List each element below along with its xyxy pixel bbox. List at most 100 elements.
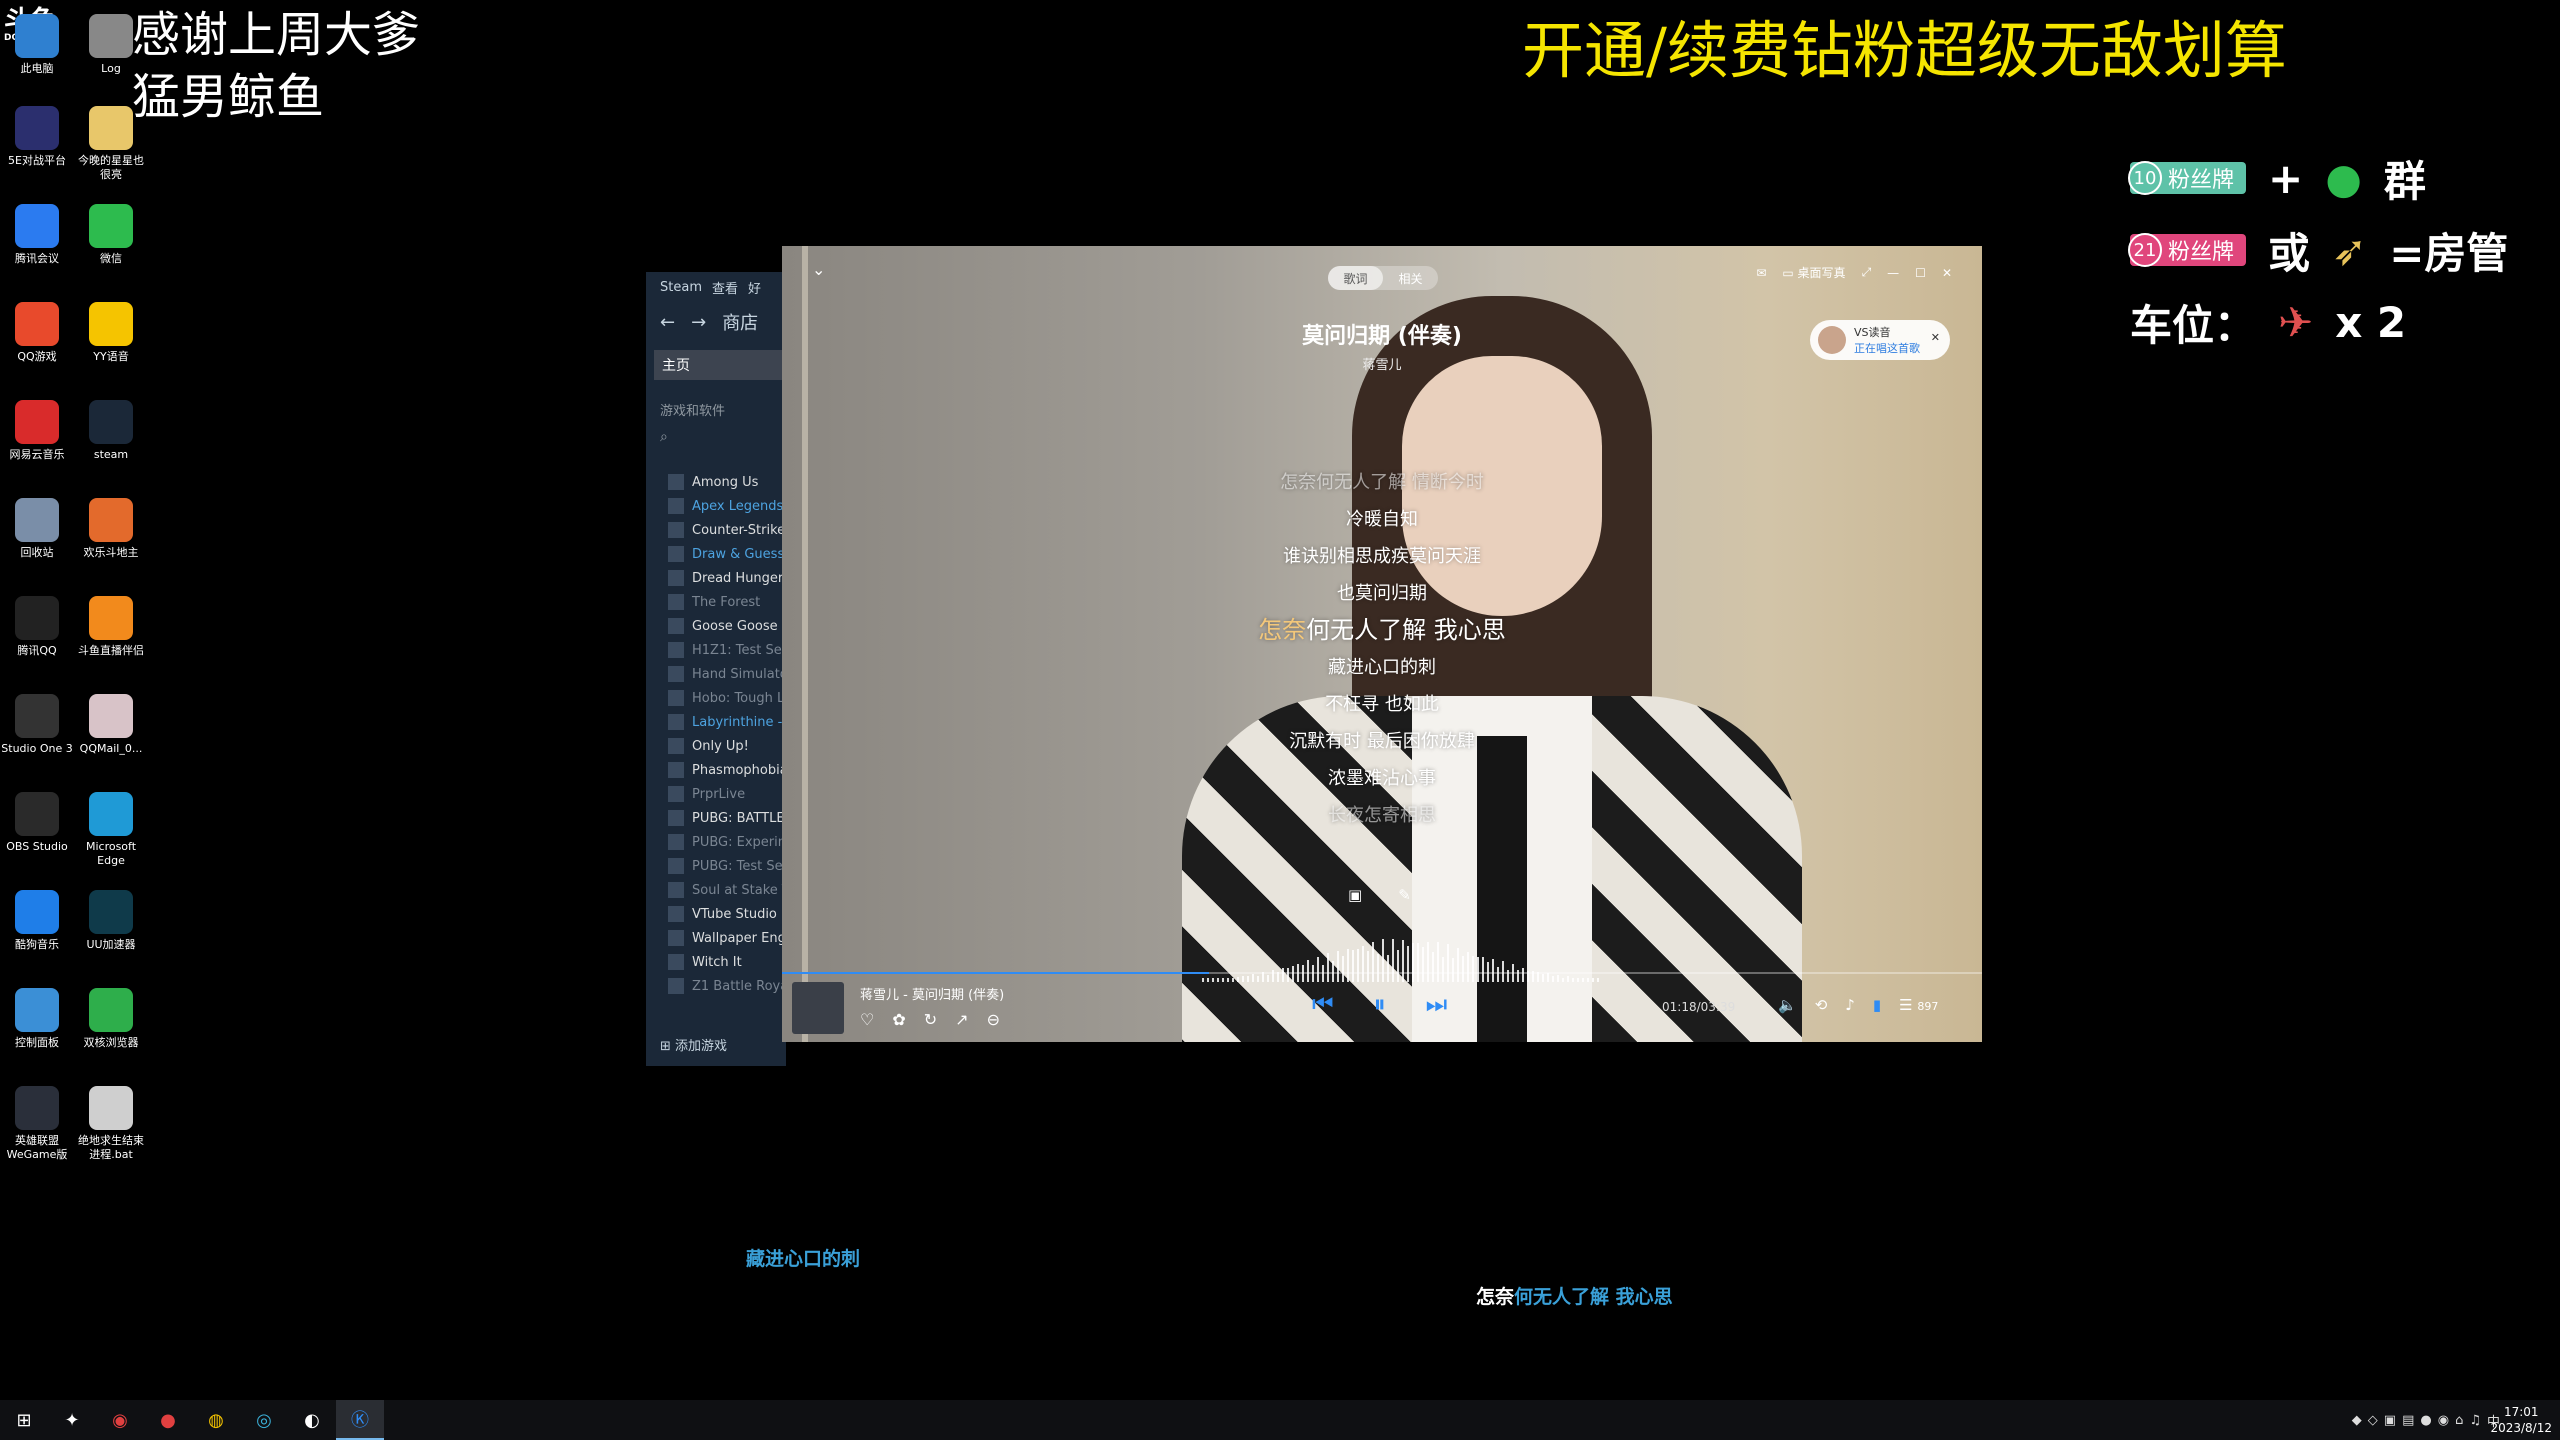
steam-game-item[interactable]: Goose Goose D [646,614,786,638]
steam-game-item[interactable]: PUBG: Test Ser [646,854,786,878]
steam-store-tab[interactable]: 商店 [722,309,758,335]
steam-game-item[interactable]: Soul at Stake T [646,878,786,902]
taskbar-netease-icon[interactable]: ● [144,1400,192,1440]
steam-game-item[interactable]: Counter-Strike [646,518,786,542]
steam-game-item[interactable]: Phasmophobia [646,758,786,782]
maximize-icon[interactable]: ☐ [1915,266,1926,280]
volume-tray-icon[interactable]: ♫ [2469,1413,2481,1428]
volume-icon[interactable]: 🔈 [1778,996,1797,1014]
desktop-icon-folder[interactable]: 今晚的星星也很亮 [74,106,148,182]
desktop-icon-recycle-bin[interactable]: 回收站 [0,498,74,560]
steam-game-item[interactable]: VTube Studio [646,902,786,926]
steam-game-item[interactable]: H1Z1: Test Ser [646,638,786,662]
desktop-lyric-line-1[interactable]: 藏进心口的刺 [746,1244,860,1271]
desktop-icon-computer[interactable]: 此电脑 [0,14,74,76]
desktop-icon-bat-file[interactable]: 绝地求生结束进程.bat [74,1086,148,1162]
steam-game-item[interactable]: Wallpaper Eng [646,926,786,950]
desktop-icon-uu[interactable]: UU加速器 [74,890,148,952]
start-windows-icon[interactable]: ⊞ [0,1400,48,1440]
sound-effect-icon[interactable]: ♪ [1845,996,1855,1014]
taskbar-kugou-icon[interactable]: Ⓚ [336,1400,384,1440]
loop-icon[interactable]: ⟲ [1815,996,1828,1014]
tray-app-icon[interactable]: ▤ [2402,1413,2414,1428]
desktop-icon-edge[interactable]: Microsoft Edge [74,792,148,868]
edit-pen-icon[interactable]: ✎ [1398,886,1411,904]
desktop-icon-studio-one[interactable]: Studio One 3 [0,694,74,756]
vs-close-icon[interactable]: ✕ [1931,331,1940,344]
previous-icon[interactable]: ⏮ [1312,990,1334,1018]
steam-menu-friends[interactable]: 好 [748,278,761,297]
more-icon[interactable]: ⊖ [987,1010,1000,1029]
steam-category-label[interactable]: 游戏和软件 [660,400,786,419]
steam-game-item[interactable]: Dread Hunger [646,566,786,590]
taskbar-steam-icon[interactable]: ◐ [288,1400,336,1440]
steam-game-item[interactable]: Hand Simulato [646,662,786,686]
steam-game-item[interactable]: The Forest [646,590,786,614]
desktop-icon-obs[interactable]: OBS Studio [0,792,74,854]
network-icon[interactable]: ⌂ [2455,1413,2463,1428]
desktop-icon-file[interactable]: Log [74,14,148,76]
collapse-chevron-icon[interactable]: ⌄ [812,260,825,279]
desktop-icon-meeting[interactable]: 腾讯会议 [0,204,74,266]
steam-add-game-button[interactable]: ⊞ 添加游戏 [660,1035,727,1054]
heart-icon[interactable]: ♡ [860,1010,874,1029]
playlist-button[interactable]: ☰ 897 [1899,996,1938,1014]
now-playing-text[interactable]: 蒋雪儿 - 莫问归期 (伴奏) [860,984,1004,1003]
desktop-icon-browser[interactable]: 双核浏览器 [74,988,148,1050]
minimize-icon[interactable]: — [1887,266,1899,280]
desktop-icon-steam[interactable]: steam [74,400,148,462]
desktop-icon-douyu[interactable]: 斗鱼直播伴侣 [74,596,148,658]
steam-menu-view[interactable]: 查看 [712,278,738,297]
close-icon[interactable]: ✕ [1942,266,1952,280]
pause-icon[interactable]: ⏸ [1374,990,1386,1018]
progress-bar[interactable] [782,972,1982,974]
back-arrow-icon[interactable]: ← [660,312,675,333]
mail-icon[interactable]: ✉ [1756,266,1766,280]
tray-app-icon[interactable]: ▣ [2384,1413,2396,1428]
desktop-icon-landlord[interactable]: 欢乐斗地主 [74,498,148,560]
desktop-icon-wechat[interactable]: 微信 [74,204,148,266]
lyrics-tab-switch[interactable]: 歌词 相关 [1328,266,1438,290]
desktop-icon-netease[interactable]: 网易云音乐 [0,400,74,462]
film-icon[interactable]: ▣ [1348,886,1362,904]
vs-card[interactable]: VS读音 正在唱这首歌 ✕ [1810,320,1950,360]
open-external-icon[interactable]: ↗ [955,1010,968,1029]
tray-app-icon[interactable]: ◆ [2352,1413,2362,1428]
next-icon[interactable]: ⏭ [1426,990,1448,1018]
taskbar-screen-icon[interactable]: ◉ [96,1400,144,1440]
steam-window[interactable]: Steam 查看 好 ← → 商店 主页 游戏和软件 ⌕ Among Us Ape… [646,272,786,1066]
tray-app-icon[interactable]: ◇ [2368,1413,2378,1428]
desktop-icon-5e[interactable]: 5E对战平台 [0,106,74,168]
steam-game-item[interactable]: Apex Legends [646,494,786,518]
desktop-icon-image[interactable]: QQMail_0... [74,694,148,756]
steam-game-item[interactable]: Witch It [646,950,786,974]
desktop-icon-kugou[interactable]: 酷狗音乐 [0,890,74,952]
steam-game-item[interactable]: PUBG: BATTLE [646,806,786,830]
steam-game-item[interactable]: Only Up! [646,734,786,758]
fullscreen-icon[interactable]: ⤢ [1862,265,1872,280]
steam-game-item[interactable]: Z1 Battle Roya [646,974,786,998]
desktop-icon-control-panel[interactable]: 控制面板 [0,988,74,1050]
desktop-photo-button[interactable]: ▭ 桌面写真 [1782,264,1845,281]
forward-arrow-icon[interactable]: → [691,312,706,333]
steam-game-item[interactable]: Draw & Guess [646,542,786,566]
desktop-icon-qqgame[interactable]: QQ游戏 [0,302,74,364]
tray-app-icon[interactable]: ● [2420,1413,2431,1428]
tab-related[interactable]: 相关 [1383,266,1438,290]
desktop-icon-qq[interactable]: 腾讯QQ [0,596,74,658]
steam-game-item[interactable]: Among Us [646,470,786,494]
clock[interactable]: 17:01 2023/8/12 [2490,1404,2552,1436]
music-player-window[interactable]: ⌄ 歌词 相关 ✉ ▭ 桌面写真 ⤢ — ☐ ✕ 莫问归期 (伴奏) 蒋雪儿 V… [782,246,1982,1042]
steam-game-item[interactable]: PrprLive [646,782,786,806]
tab-lyrics[interactable]: 歌词 [1328,266,1383,290]
steam-home-button[interactable]: 主页 [654,350,786,380]
singer-name[interactable]: 蒋雪儿 [782,354,1982,373]
taskbar-uu-icon[interactable]: ◎ [240,1400,288,1440]
desktop-lyric-line-2[interactable]: 怎奈何无人了解 我心思 [1476,1282,1673,1309]
share-icon[interactable]: ↻ [924,1010,937,1029]
steam-game-item[interactable]: Hobo: Tough L [646,686,786,710]
steam-game-item[interactable]: Labyrinthine - [646,710,786,734]
taskbar-yy-icon[interactable]: ◍ [192,1400,240,1440]
gift-icon[interactable]: ✿ [892,1010,905,1029]
steam-menu-steam[interactable]: Steam [660,280,702,295]
